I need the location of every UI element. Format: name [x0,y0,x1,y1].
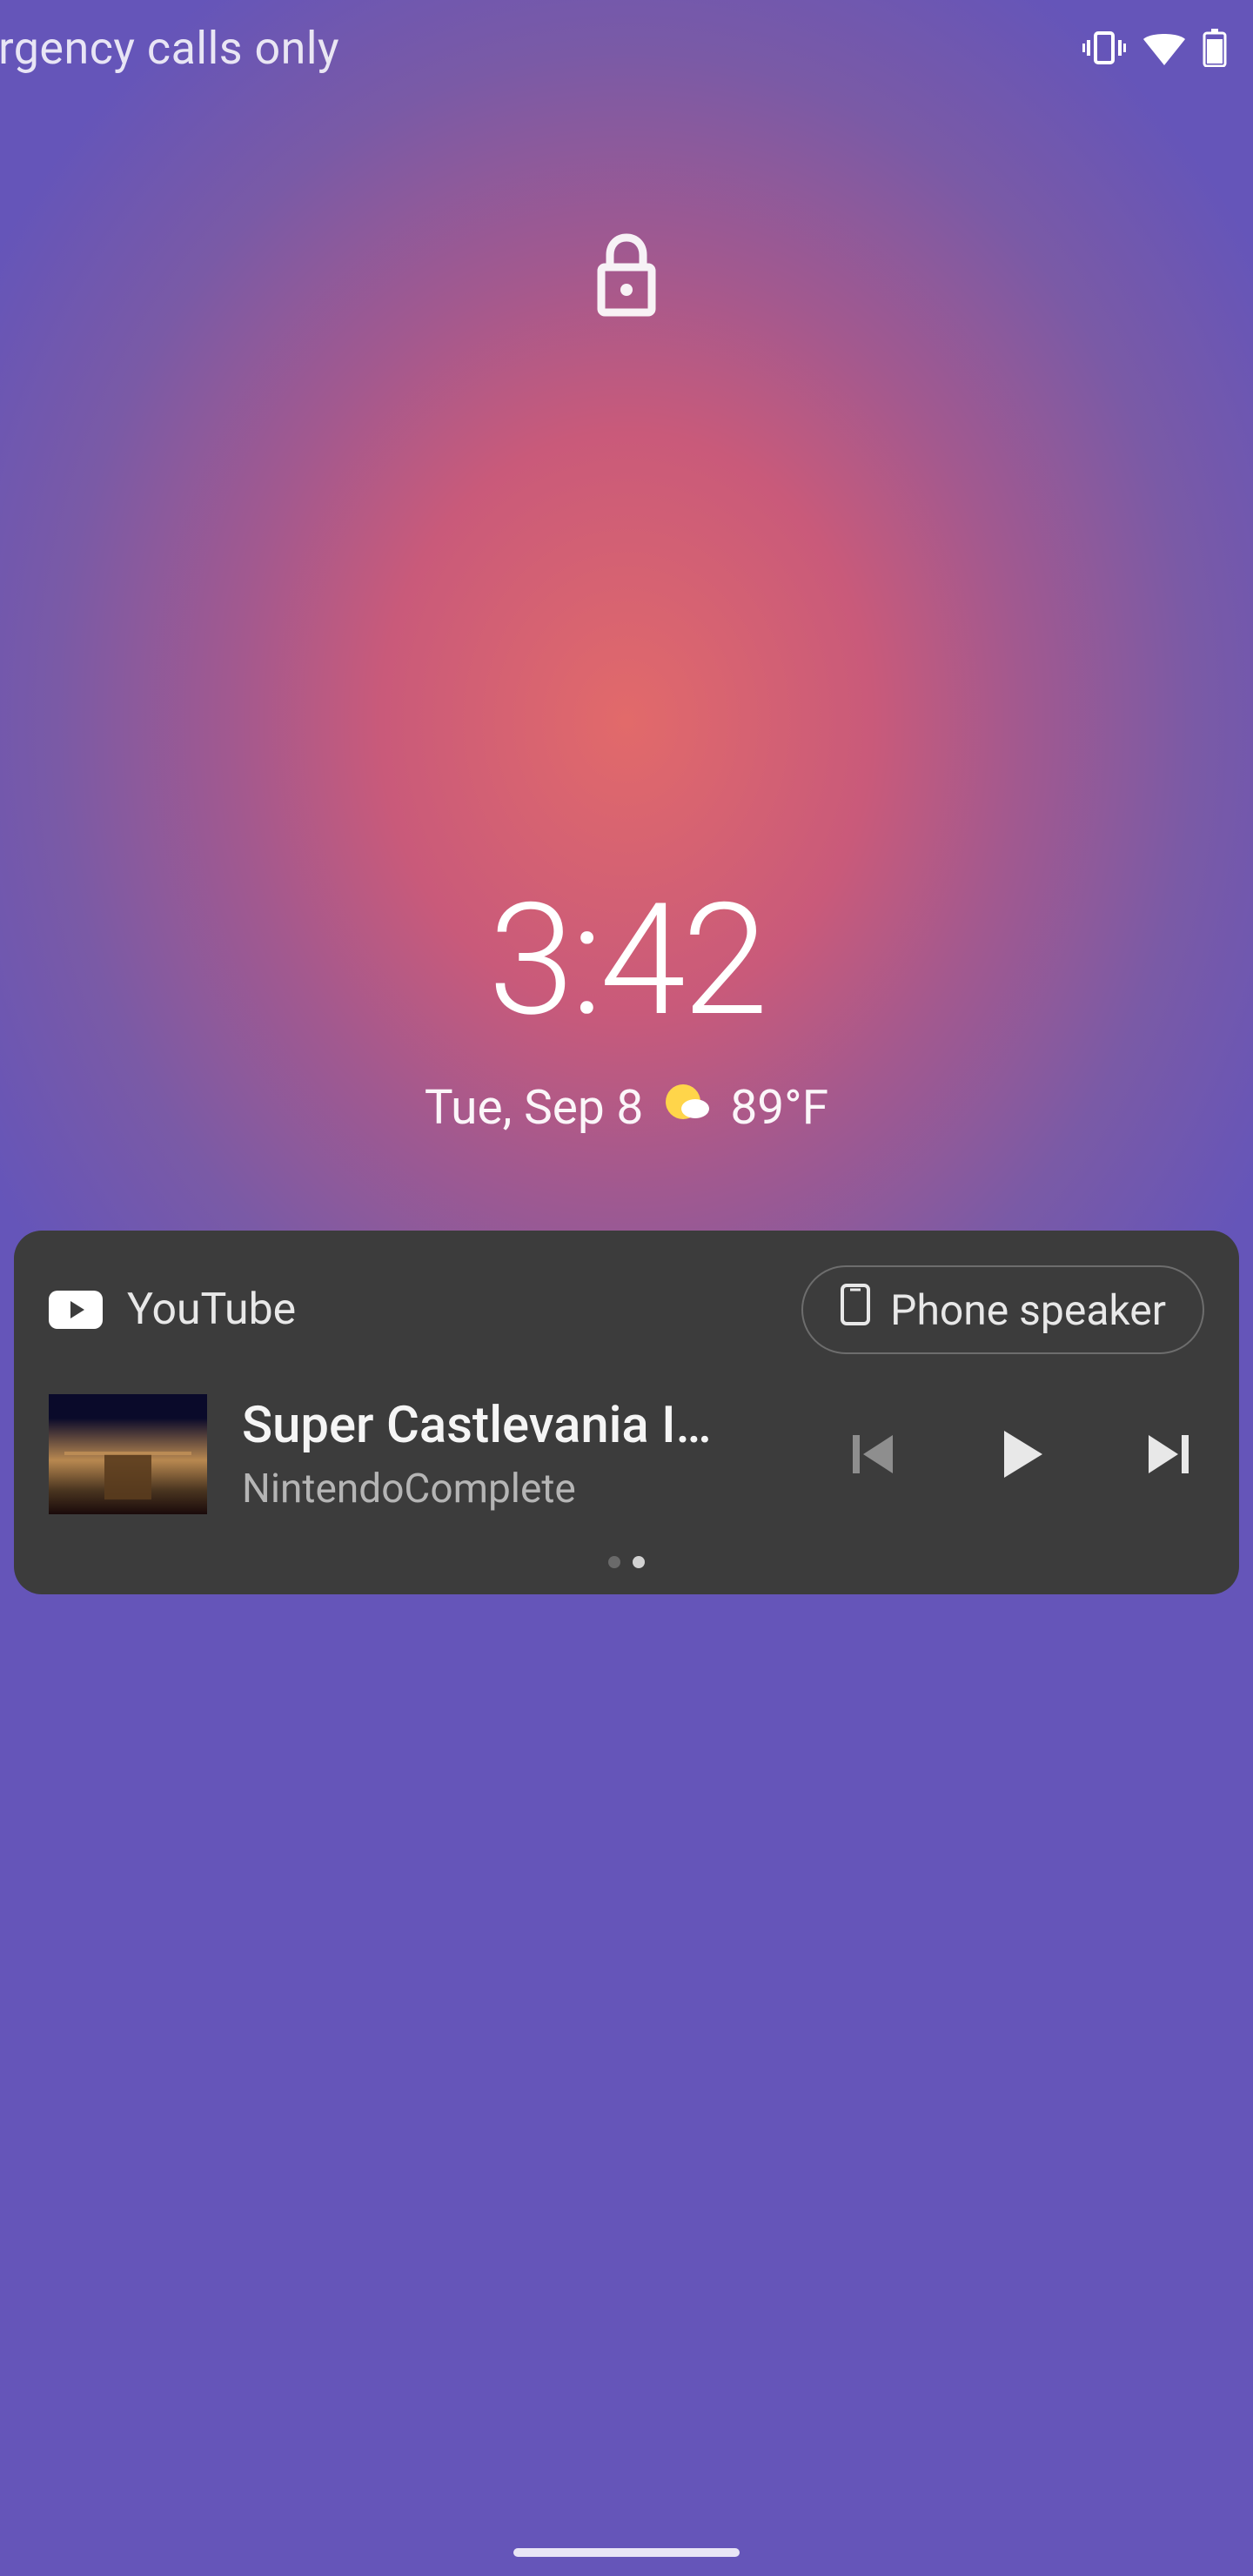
previous-button[interactable] [848,1426,903,1482]
audio-output-chip[interactable]: Phone speaker [801,1265,1204,1354]
media-thumbnail[interactable] [49,1394,207,1514]
media-controls [848,1424,1194,1485]
lock-indicator [0,231,1253,321]
media-app-name: YouTube [127,1285,296,1335]
media-header: YouTube Phone speaker [49,1265,1204,1354]
play-button[interactable] [990,1424,1051,1485]
temperature-text: 89°F [730,1080,828,1136]
partly-cloudy-icon [662,1077,711,1138]
media-notification-card[interactable]: YouTube Phone speaker Super Castlevania … [14,1231,1239,1594]
nav-handle[interactable] [513,2548,740,2557]
next-button[interactable] [1138,1426,1194,1482]
media-channel: NintendoComplete [242,1466,813,1513]
clock-block: 3:42 Tue, Sep 8 89°F [0,883,1253,1138]
network-status-text: ergency calls only [0,22,339,75]
status-icons [1082,29,1227,67]
phone-icon [840,1283,871,1337]
pager-dot-1[interactable] [633,1556,645,1568]
media-app-row: YouTube [49,1285,296,1335]
youtube-icon [49,1291,103,1329]
battery-icon [1203,29,1227,67]
audio-output-label: Phone speaker [890,1285,1166,1335]
wifi-icon [1142,30,1187,65]
date-weather-row[interactable]: Tue, Sep 8 89°F [0,1077,1253,1138]
media-title: Super Castlevania I… [242,1396,712,1455]
status-bar: ergency calls only [0,0,1253,96]
lock-icon [593,231,660,321]
pager-dot-0[interactable] [608,1556,620,1568]
clock-time: 3:42 [0,883,1253,1038]
pager-dots[interactable] [49,1556,1204,1568]
date-text: Tue, Sep 8 [425,1080,643,1136]
media-body: Super Castlevania I… NintendoComplete [49,1394,1204,1514]
media-text: Super Castlevania I… NintendoComplete [242,1396,813,1513]
vibrate-icon [1082,30,1126,66]
